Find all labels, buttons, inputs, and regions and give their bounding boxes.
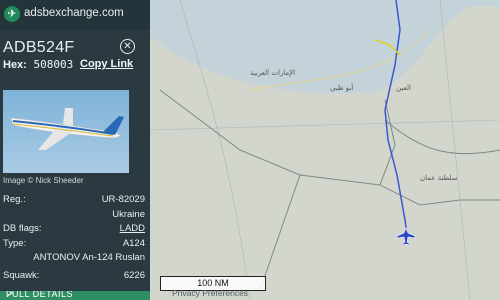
map-label-oman: سلطنة عمان (420, 174, 458, 182)
privacy-preferences-link[interactable]: Privacy Preferences (172, 288, 248, 298)
hex-label: Hex: (3, 59, 27, 71)
info-value: 6226 (123, 270, 145, 281)
aircraft-info-panel: ✈ adsbexchange.com ADB524F ✕ Hex: 508003… (0, 0, 150, 300)
info-label: Reg.: (3, 194, 26, 205)
info-value: ANTONOV An-124 Ruslan (33, 252, 145, 263)
aircraft-ident: ADB524F (3, 39, 75, 56)
info-value: A124 (122, 238, 145, 249)
hex-row: Hex: 508003 (3, 58, 73, 71)
info-row-squawk: Squawk: 6226 (3, 270, 145, 281)
info-value: Ukraine (112, 209, 145, 220)
aircraft-photo[interactable] (3, 90, 129, 173)
info-value: UR-82029 (101, 194, 145, 205)
db-flag-link[interactable]: LADD (120, 223, 145, 234)
map-label-abu-dhabi: أبو ظبي (330, 83, 353, 92)
info-row-db-flags: DB flags: LADD (3, 223, 145, 234)
hex-value: 508003 (33, 58, 74, 71)
map-label-al-ain: العين (396, 84, 411, 92)
copy-link[interactable]: Copy Link (80, 58, 133, 70)
plane-logo-icon[interactable]: ✈ (4, 6, 20, 22)
map-label-uae: الإمارات العربية (250, 69, 295, 77)
image-credit: Image © Nick Sheeder (3, 176, 84, 185)
header-bar: ✈ adsbexchange.com (0, 0, 150, 30)
info-row-type: Type: A124 (3, 238, 145, 249)
full-details-button[interactable]: FULL DETAILS ↗ (0, 291, 150, 300)
close-icon[interactable]: ✕ (120, 39, 135, 54)
info-row-reg: Reg.: UR-82029 (3, 194, 145, 205)
external-link-icon: ↗ (6, 291, 15, 299)
app-logo-text[interactable]: adsbexchange.com (24, 7, 124, 19)
info-label: DB flags: (3, 223, 42, 234)
info-label: Squawk: (3, 270, 40, 281)
info-label: Type: (3, 238, 27, 249)
